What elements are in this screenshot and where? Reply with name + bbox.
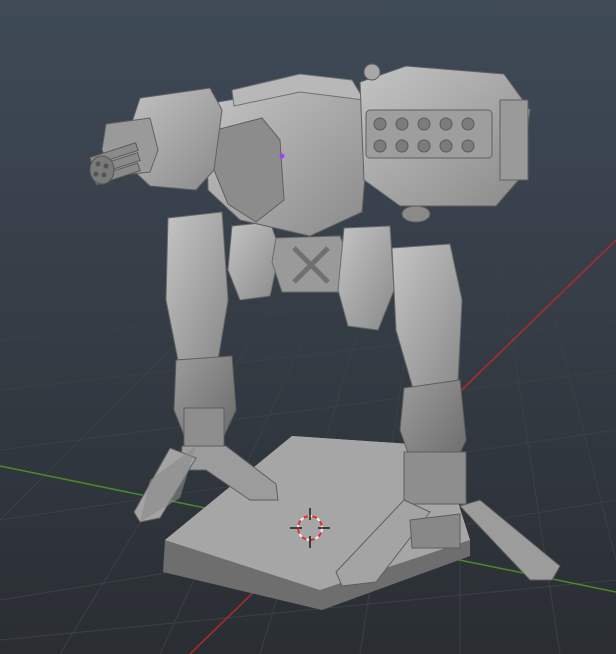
3d-viewport[interactable] — [0, 0, 616, 654]
object-origin-dot — [279, 153, 285, 159]
viewport-canvas[interactable] — [0, 0, 616, 654]
